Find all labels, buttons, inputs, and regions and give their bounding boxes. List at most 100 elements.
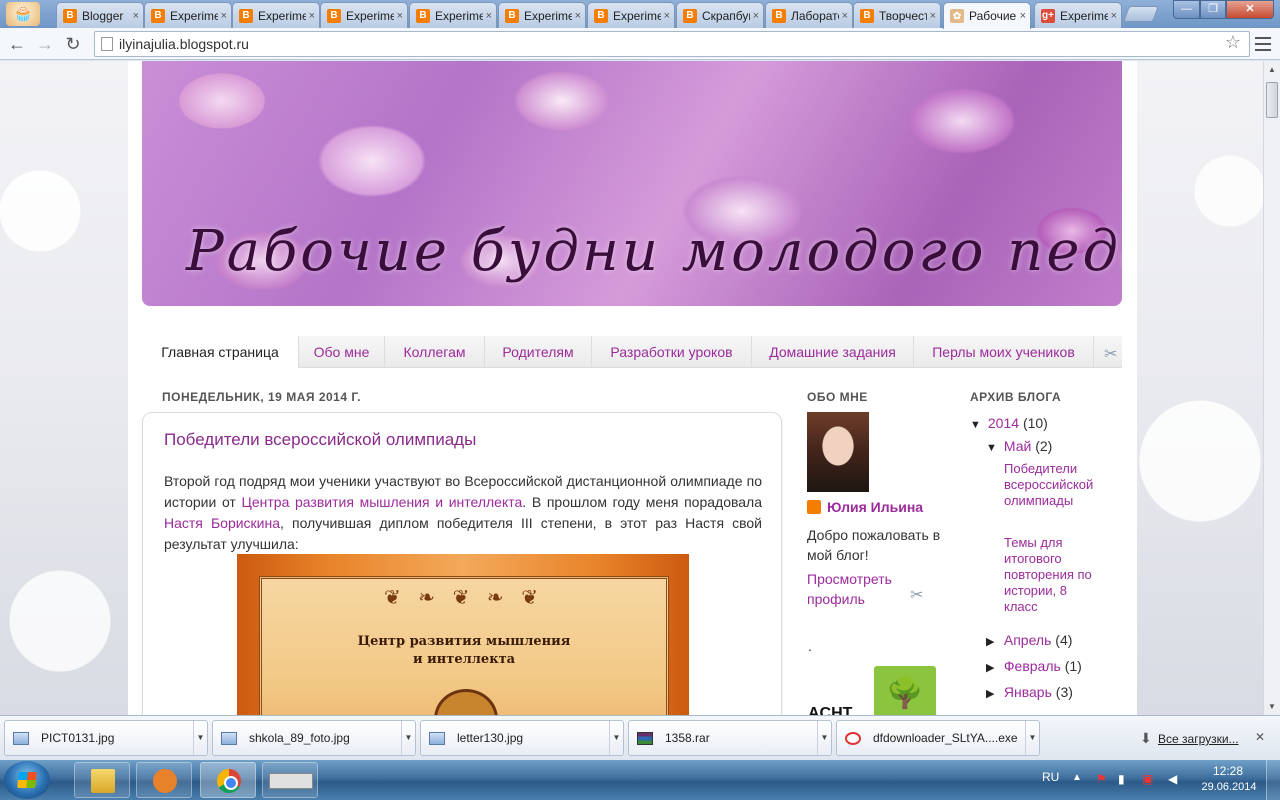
browser-tab[interactable]: B Лаборатория × [765,2,853,28]
taskbar-window-thumbnail[interactable] [262,762,318,798]
download-filename[interactable]: letter130.jpg [457,731,523,745]
taskbar-explorer[interactable] [74,762,130,798]
diploma-image[interactable]: ❦ ❧ ❦ ❧ ❦ Центр развития мышления и инте… [237,554,689,715]
collapsed-triangle-icon[interactable]: ▶ [986,661,1000,674]
profile-name[interactable]: Юлия Ильина [827,499,923,515]
download-filename[interactable]: dfdownloader_SLtYA....exe [873,731,1018,745]
archive-month-link[interactable]: Апрель [1004,632,1052,648]
browser-tab[interactable]: B Experiment × [587,2,675,28]
archive-year-link[interactable]: 2014 [988,415,1019,431]
download-item[interactable]: 1358.rar ▼ [628,720,832,756]
wrench-screwdriver-icon[interactable]: ✂ [910,585,923,605]
dropdown-arrow-icon[interactable]: ▼ [193,721,207,755]
tray-expand-icon[interactable]: ▲ [1072,772,1082,783]
browser-tab[interactable]: B Experiment × [320,2,408,28]
tab-close-icon[interactable]: × [930,10,936,22]
vertical-scrollbar[interactable]: ▲ ▼ [1263,61,1280,715]
blog-header-banner[interactable]: Рабочие будни молодого педагога [142,61,1122,306]
volume-icon[interactable]: ◀ [1168,772,1177,786]
chrome-menu-icon[interactable] [1252,33,1274,55]
window-maximize-button[interactable]: ❐ [1200,0,1226,19]
browser-tab-active[interactable]: ✿ Рабочие будни × [943,2,1031,29]
nav-tab-about[interactable]: Обо мне [299,336,385,368]
language-indicator[interactable]: RU [1042,770,1059,784]
dropdown-arrow-icon[interactable]: ▼ [609,721,623,755]
browser-tab[interactable]: B Скрапбукинг × [676,2,764,28]
tree-logo-icon[interactable]: 🌳 [874,666,936,715]
clock-date[interactable]: 29.06.2014 [1198,781,1260,793]
browser-tab[interactable]: B Experiment × [144,2,232,28]
download-item[interactable]: letter130.jpg ▼ [420,720,624,756]
archive-month-link[interactable]: Февраль [1004,658,1061,674]
dropdown-arrow-icon[interactable]: ▼ [817,721,831,755]
all-downloads-link[interactable]: Все загрузки... [1158,732,1239,746]
download-item[interactable]: PICT0131.jpg ▼ [4,720,208,756]
download-item[interactable]: shkola_89_foto.jpg ▼ [212,720,416,756]
collapsed-triangle-icon[interactable]: ▶ [986,635,1000,648]
back-arrow-icon[interactable]: ← [6,33,28,55]
archive-month-april[interactable]: ▶ Апрель (4) [986,632,1072,648]
post-link-student[interactable]: Настя Борискина [164,515,280,531]
scroll-down-arrow-icon[interactable]: ▼ [1264,698,1280,715]
window-close-button[interactable]: ✕ [1226,0,1274,19]
archive-post-link[interactable]: Победители всероссийской олимпиады [1004,461,1104,509]
show-desktop-button[interactable] [1266,760,1280,800]
cupcake-app-icon[interactable]: 🧁 [6,2,40,26]
archive-month-january[interactable]: ▶ Январь (3) [986,684,1073,700]
archive-month-link[interactable]: Январь [1004,684,1052,700]
download-filename[interactable]: shkola_89_foto.jpg [249,731,350,745]
nav-tab-parents[interactable]: Родителям [485,336,592,368]
tab-close-icon[interactable]: × [842,10,848,22]
download-filename[interactable]: 1358.rar [665,731,710,745]
browser-tab[interactable]: g+ Experiment × [1034,2,1122,28]
nav-tab-colleagues[interactable]: Коллегам [385,336,485,368]
nav-tab-pearls[interactable]: Перлы моих учеников [914,336,1094,368]
browser-tab[interactable]: B Творчество × [853,2,941,28]
browser-tab[interactable]: B Blogger × [56,2,144,28]
reload-icon[interactable]: ↻ [62,33,84,55]
tab-close-icon[interactable]: × [397,10,403,22]
post-title[interactable]: Победители всероссийской олимпиады [164,430,476,450]
download-item[interactable]: dfdownloader_SLtYA....exe ▼ [836,720,1040,756]
tab-close-icon[interactable]: × [753,10,759,22]
network-error-icon[interactable]: ⚑ [1096,772,1107,786]
archive-month-february[interactable]: ▶ Февраль (1) [986,658,1082,674]
view-profile-link[interactable]: Просмотреть профиль [807,569,907,609]
collapsed-triangle-icon[interactable]: ▶ [986,687,1000,700]
profile-photo[interactable] [807,412,869,492]
clock-time[interactable]: 12:28 [1208,764,1248,778]
tab-close-icon[interactable]: × [664,10,670,22]
browser-tab[interactable]: B Experiment × [232,2,320,28]
archive-month-link[interactable]: Май [1004,438,1031,454]
tab-close-icon[interactable]: × [1111,10,1117,22]
profile-name-link[interactable]: Юлия Ильина [807,499,923,515]
nav-tab-lessons[interactable]: Разработки уроков [592,336,752,368]
nav-tab-home[interactable]: Главная страница [142,336,299,368]
dropdown-arrow-icon[interactable]: ▼ [401,721,415,755]
forward-arrow-icon[interactable]: → [34,33,56,55]
scrollbar-thumb[interactable] [1266,82,1278,118]
alert-icon[interactable]: ▣ [1142,772,1153,786]
url-text[interactable]: ilyinajulia.blogspot.ru [119,36,249,52]
download-filename[interactable]: PICT0131.jpg [41,731,114,745]
archive-month-may[interactable]: ▼ Май (2) [986,438,1052,454]
expanded-triangle-icon[interactable]: ▼ [970,419,984,431]
archive-post-link[interactable]: Темы для итогового повторения по истории… [1004,535,1104,615]
bookmark-star-icon[interactable]: ☆ [1225,32,1241,53]
taskbar-chrome[interactable] [200,762,256,798]
address-bar[interactable]: ilyinajulia.blogspot.ru ☆ [94,31,1250,57]
post-link-center[interactable]: Центра развития мышления и интеллекта [242,494,523,510]
scroll-up-arrow-icon[interactable]: ▲ [1264,61,1280,78]
close-icon[interactable]: ✕ [1255,730,1265,744]
browser-tab[interactable]: B Experiment × [409,2,497,28]
tab-close-icon[interactable]: × [575,10,581,22]
archive-year-2014[interactable]: ▼ 2014 (10) [970,415,1048,431]
window-minimize-button[interactable]: — [1173,0,1200,19]
new-tab-button[interactable] [1123,6,1159,22]
nav-tab-homework[interactable]: Домашние задания [752,336,914,368]
taskbar-media-player[interactable] [136,762,192,798]
dropdown-arrow-icon[interactable]: ▼ [1025,721,1039,755]
start-button[interactable] [4,761,50,799]
expanded-triangle-icon[interactable]: ▼ [986,442,1000,454]
tab-close-icon[interactable]: × [221,10,227,22]
